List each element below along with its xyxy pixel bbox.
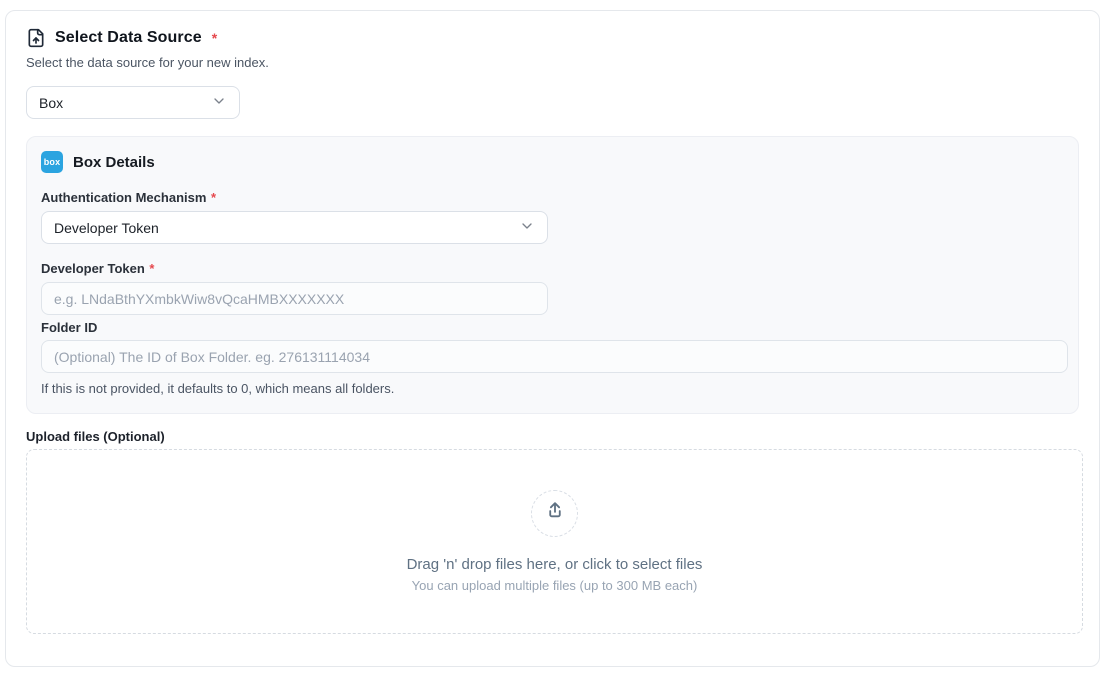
developer-token-label-text: Developer Token bbox=[41, 261, 145, 276]
chevron-down-icon bbox=[519, 218, 535, 237]
auth-mechanism-label-text: Authentication Mechanism bbox=[41, 190, 206, 205]
upload-files-label: Upload files (Optional) bbox=[26, 429, 1079, 444]
auth-mechanism-select[interactable]: Developer Token bbox=[41, 211, 548, 244]
chevron-down-icon bbox=[211, 93, 227, 112]
required-asterisk: * bbox=[149, 261, 154, 276]
upload-icon bbox=[544, 500, 566, 527]
data-source-select-value: Box bbox=[39, 95, 63, 111]
page-subtitle: Select the data source for your new inde… bbox=[26, 55, 1079, 70]
required-asterisk: * bbox=[211, 190, 216, 205]
file-dropzone[interactable]: Drag 'n' drop files here, or click to se… bbox=[26, 449, 1083, 634]
file-upload-icon bbox=[26, 28, 46, 48]
dropzone-sub-text: You can upload multiple files (up to 300… bbox=[412, 578, 698, 593]
folder-id-help-text: If this is not provided, it defaults to … bbox=[41, 381, 1064, 396]
page-title: Select Data Source bbox=[55, 29, 202, 47]
panel-header: Select Data Source * bbox=[26, 28, 1079, 48]
select-data-source-panel: Select Data Source * Select the data sou… bbox=[5, 10, 1100, 667]
box-details-title: Box Details bbox=[73, 154, 155, 171]
dropzone-main-text: Drag 'n' drop files here, or click to se… bbox=[407, 556, 703, 573]
box-details-header: box Box Details bbox=[41, 151, 1064, 173]
box-logo-icon: box bbox=[41, 151, 63, 173]
developer-token-label: Developer Token * bbox=[41, 261, 1064, 276]
box-details-card: box Box Details Authentication Mechanism… bbox=[26, 136, 1079, 414]
auth-mechanism-label: Authentication Mechanism * bbox=[41, 190, 1064, 205]
folder-id-label-text: Folder ID bbox=[41, 320, 97, 335]
folder-id-input[interactable] bbox=[41, 340, 1068, 373]
data-source-select[interactable]: Box bbox=[26, 86, 240, 119]
folder-id-label: Folder ID bbox=[41, 320, 1064, 335]
upload-circle bbox=[531, 490, 578, 537]
required-asterisk: * bbox=[212, 30, 217, 46]
auth-mechanism-select-value: Developer Token bbox=[54, 220, 159, 236]
developer-token-input[interactable] bbox=[41, 282, 548, 315]
